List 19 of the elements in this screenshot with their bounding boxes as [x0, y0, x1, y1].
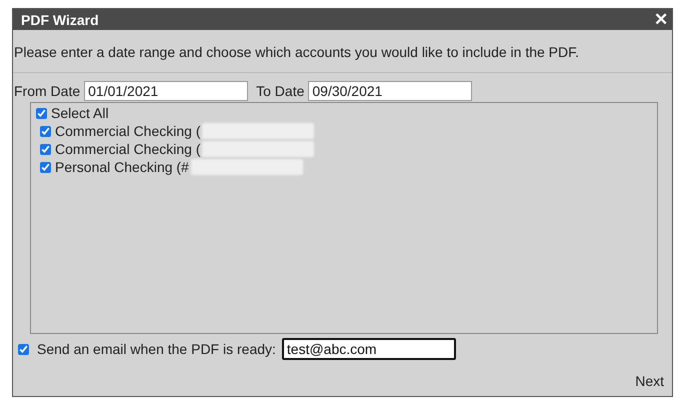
email-label: Send an email when the PDF is ready: — [37, 341, 276, 357]
email-field[interactable]: test@abc.com — [282, 338, 456, 360]
select-all-label: Select All — [51, 105, 109, 121]
checkbox[interactable] — [40, 144, 51, 154]
to-date-label: To Date — [256, 83, 304, 99]
from-date-label: From Date — [14, 83, 80, 99]
checkbox[interactable] — [18, 344, 29, 354]
account-label: Commercial Checking ( — [55, 123, 200, 139]
next-button[interactable]: Next — [635, 373, 664, 389]
checkbox[interactable] — [40, 126, 51, 136]
window-title: PDF Wizard — [21, 12, 99, 28]
from-date-field[interactable]: 01/01/2021 — [84, 81, 248, 101]
to-date-field[interactable]: 09/30/2021 — [308, 81, 472, 101]
account-label: Commercial Checking ( — [55, 141, 200, 157]
checkbox[interactable] — [40, 162, 51, 172]
close-button[interactable]: ✕ — [654, 9, 668, 30]
account-label: Personal Checking (# — [55, 159, 189, 175]
checkbox[interactable] — [36, 108, 47, 118]
instructions-text: Please enter a date range and choose which accounts you would like to include in the PDF. — [14, 44, 580, 60]
